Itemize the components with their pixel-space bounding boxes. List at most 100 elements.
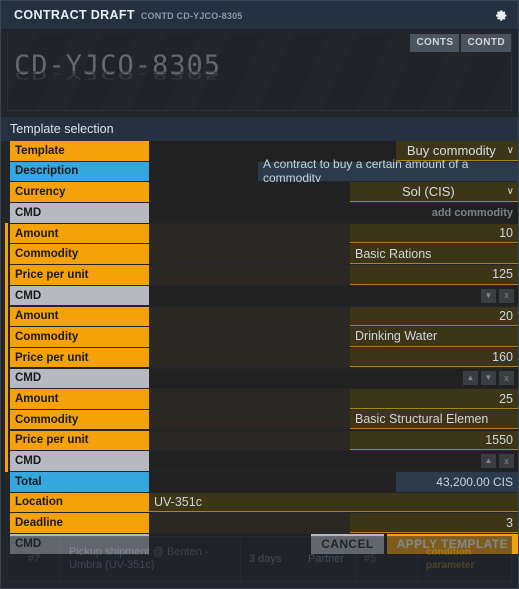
- move-up-icon[interactable]: ▲: [463, 371, 478, 386]
- row-total: Total 43,200.00 CIS: [1, 472, 518, 492]
- chevron-down-icon: ∨: [506, 186, 514, 198]
- indent-bar: [1, 243, 10, 265]
- indent: [1, 182, 10, 202]
- price-per-unit-input[interactable]: 160: [350, 347, 518, 368]
- total-value: 43,200.00 CIS: [396, 472, 518, 492]
- move-down-icon[interactable]: ▼: [481, 288, 496, 303]
- indent-bar: [1, 450, 10, 472]
- move-down-icon[interactable]: ▼: [481, 371, 496, 386]
- commodity-controls: ▲ ▼ x: [149, 368, 518, 389]
- label-currency: Currency: [10, 182, 149, 202]
- spacer: [149, 327, 350, 347]
- indent-bar: [1, 429, 10, 451]
- label-amount: Amount: [10, 223, 149, 244]
- commodity-controls: ▲ x: [149, 451, 518, 471]
- spacer: [149, 265, 350, 285]
- contract-draft-window: CONTRACT DRAFT CONTD CD-YJCO-8305 CD-YJC…: [0, 0, 519, 589]
- page-title: CONTRACT DRAFT: [14, 8, 135, 22]
- spacer: [149, 223, 350, 244]
- tab-conts[interactable]: CONTS: [410, 34, 460, 52]
- label-cmd: CMD: [10, 451, 149, 471]
- label-amount: Amount: [10, 389, 149, 409]
- label-amount: Amount: [10, 306, 149, 326]
- row-deadline: Deadline 3: [1, 513, 518, 533]
- row-commodity: Commodity Basic Rations: [1, 243, 518, 265]
- row-amount: Amount 20: [1, 305, 518, 327]
- indent-bar: [1, 284, 10, 306]
- spacer: [149, 182, 350, 202]
- commodity-input[interactable]: Basic Structural Elemen: [350, 409, 518, 430]
- label-commodity: Commodity: [10, 327, 149, 347]
- spacer: [149, 409, 350, 430]
- row-description: Description A contract to buy a certain …: [1, 157, 518, 185]
- row-commodity: Commodity Drinking Water: [1, 326, 518, 348]
- banner-code-reflection: CD-YJCO-8305: [14, 67, 222, 81]
- contract-banner: CD-YJCO-8305 CD-YJCO-8305 CONTS CONTD: [7, 34, 512, 111]
- label-total: Total: [10, 472, 149, 492]
- spacer: [149, 244, 350, 264]
- task-description: Pickup shipment @ Benten - Umbra (UV-351…: [60, 537, 240, 581]
- amount-input[interactable]: 10: [350, 223, 518, 244]
- label-price-per-unit: Price per unit: [10, 430, 149, 451]
- spacer: [149, 430, 350, 451]
- chevron-down-icon: ∨: [506, 144, 514, 156]
- indent: [1, 513, 10, 533]
- spacer: [149, 389, 350, 409]
- tab-contd[interactable]: CONTD: [461, 34, 511, 52]
- indent: [1, 141, 10, 161]
- task-ref: #5: [355, 537, 417, 581]
- indent: [1, 162, 10, 182]
- task-duration: 3 days: [240, 537, 300, 581]
- currency-select-value: Sol (CIS): [401, 184, 455, 200]
- task-condition: condition parameter: [417, 537, 511, 581]
- add-commodity-button[interactable]: add commodity: [149, 203, 518, 223]
- remove-icon[interactable]: x: [499, 371, 514, 386]
- indent-bar: [1, 222, 10, 244]
- row-location: Location UV-351c: [1, 492, 518, 513]
- commodity-input[interactable]: Basic Rations: [350, 244, 518, 264]
- template-select-value: Buy commodity: [406, 142, 496, 158]
- row-currency: Currency Sol (CIS) ∨: [1, 182, 518, 202]
- row-amount: Amount 10: [1, 222, 518, 244]
- commodity-input[interactable]: Drinking Water: [350, 327, 518, 347]
- row-cmd-commodity: CMD ▲ ▼ x: [1, 367, 518, 389]
- row-cmd-commodity: CMD ▼ x: [1, 284, 518, 306]
- row-price-per-unit: Price per unit 1550: [1, 429, 518, 451]
- remove-icon[interactable]: x: [499, 288, 514, 303]
- task-type: Partner: [308, 553, 345, 565]
- indent: [1, 472, 10, 492]
- label-cmd: CMD: [10, 203, 149, 223]
- label-location: Location: [10, 492, 149, 513]
- description-value: A contract to buy a certain amount of a …: [258, 157, 518, 185]
- location-input[interactable]: UV-351c: [149, 492, 518, 513]
- move-up-icon[interactable]: ▲: [481, 454, 496, 469]
- currency-select[interactable]: Sol (CIS) ∨: [350, 182, 518, 202]
- amount-input[interactable]: 25: [350, 389, 518, 409]
- row-price-per-unit: Price per unit 160: [1, 346, 518, 368]
- price-per-unit-input[interactable]: 1550: [350, 430, 518, 451]
- background-task-row: #7 Pickup shipment @ Benten - Umbra (UV-…: [7, 536, 512, 582]
- indent: [1, 203, 10, 223]
- spacer: [149, 513, 350, 533]
- gear-icon[interactable]: [490, 4, 512, 26]
- section-header-template-selection: Template selection: [1, 117, 518, 141]
- indent-bar: [1, 326, 10, 348]
- row-price-per-unit: Price per unit 125: [1, 264, 518, 286]
- label-price-per-unit: Price per unit: [10, 265, 149, 285]
- title-bar: CONTRACT DRAFT CONTD CD-YJCO-8305: [1, 1, 518, 30]
- indent-bar: [1, 305, 10, 327]
- row-cmd-commodity: CMD ▲ x: [1, 450, 518, 472]
- banner-tabs: CONTS CONTD: [410, 34, 511, 52]
- row-commodity: Commodity Basic Structural Elemen: [1, 408, 518, 430]
- deadline-input[interactable]: 3: [350, 513, 518, 533]
- label-cmd: CMD: [10, 285, 149, 306]
- spacer: [149, 306, 350, 326]
- task-id: #7: [27, 553, 41, 565]
- label-template: Template: [10, 141, 149, 161]
- row-cmd-add-commodity: CMD add commodity: [1, 203, 518, 223]
- price-per-unit-input[interactable]: 125: [350, 265, 518, 285]
- row-amount: Amount 25: [1, 388, 518, 410]
- indent-bar: [1, 388, 10, 410]
- remove-icon[interactable]: x: [499, 454, 514, 469]
- amount-input[interactable]: 20: [350, 306, 518, 326]
